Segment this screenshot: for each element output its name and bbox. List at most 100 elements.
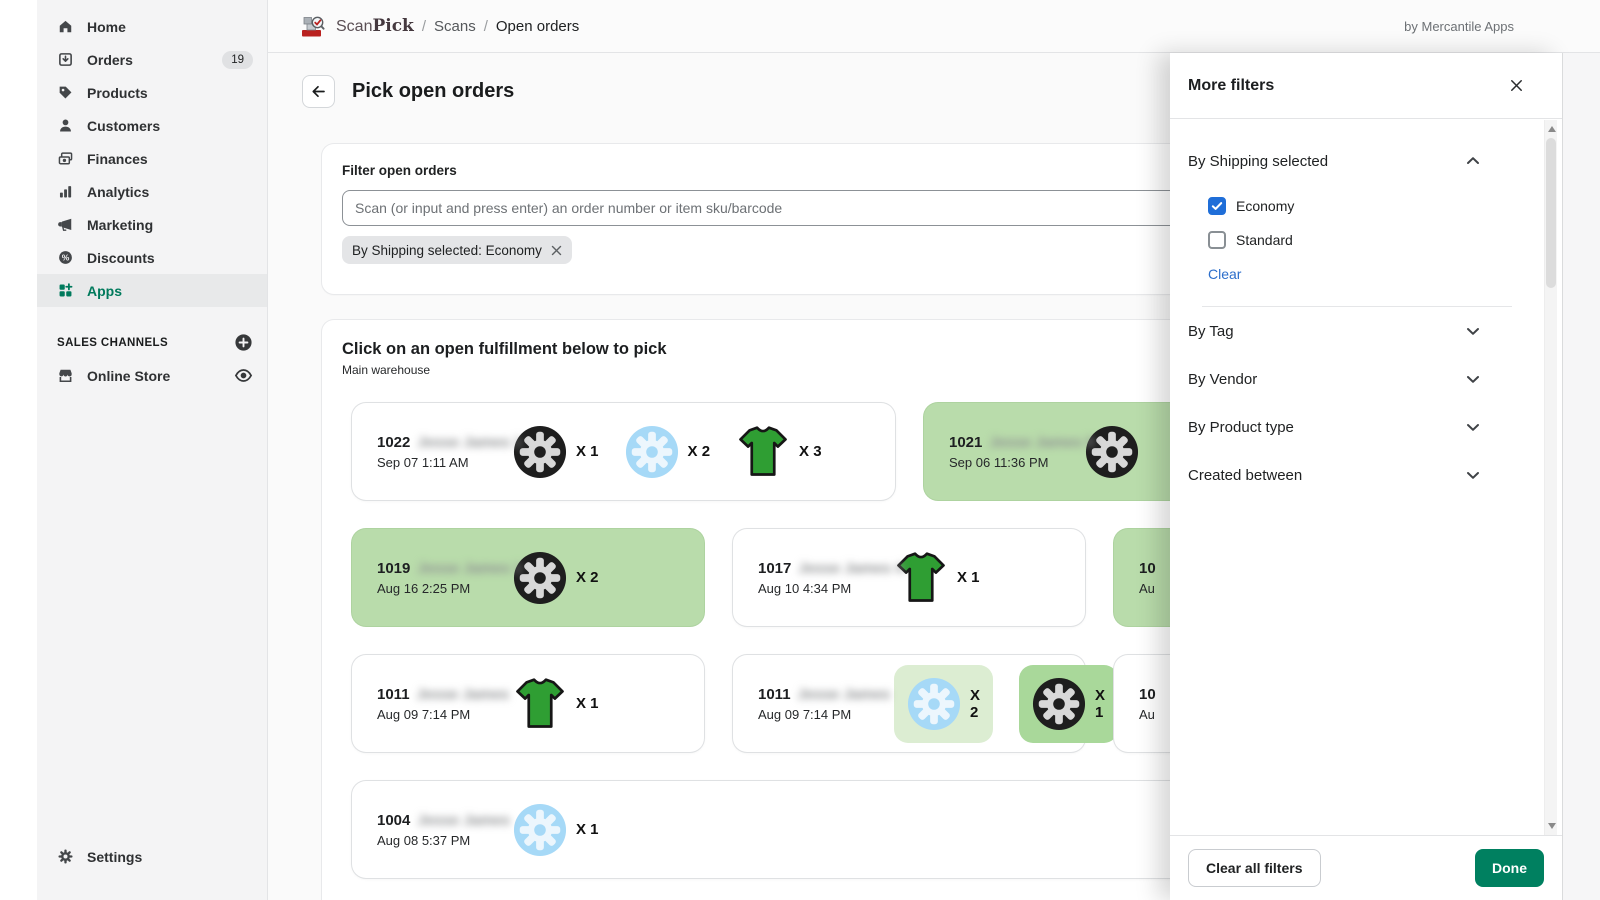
breadcrumb-scans[interactable]: Scans bbox=[434, 18, 476, 35]
order-customer-name: Jesse James bbox=[417, 812, 510, 829]
order-info: 1022Jesse James 1Sep 07 1:11 AM bbox=[377, 434, 513, 470]
order-number-line: 1017Jesse James 4 bbox=[758, 560, 894, 577]
products-icon bbox=[57, 84, 74, 101]
page-title: Pick open orders bbox=[352, 80, 514, 103]
order-customer-name: Jesse James 5 bbox=[989, 434, 1094, 451]
order-item: X 3 bbox=[736, 425, 822, 479]
filter-option-economy[interactable]: Economy bbox=[1208, 191, 1524, 221]
order-card-1011[interactable]: 1011Jesse JamesAug 09 7:14 PM X 2 X 1 bbox=[733, 655, 1085, 752]
order-number: 1022 bbox=[377, 434, 410, 451]
checkbox-checked-icon[interactable] bbox=[1208, 197, 1226, 215]
order-number: 1004 bbox=[377, 812, 410, 829]
checkbox-unchecked-icon[interactable] bbox=[1208, 231, 1226, 249]
sidebar-item-label: Products bbox=[87, 85, 148, 101]
order-date: Aug 09 7:14 PM bbox=[758, 707, 894, 722]
order-date: Aug 10 4:34 PM bbox=[758, 581, 894, 596]
shipping-filter-chip[interactable]: By Shipping selected: Economy bbox=[342, 236, 572, 264]
filter-section-title: Created between bbox=[1188, 467, 1302, 484]
order-info: 1011 Jesse James Aug 09 7:14 PM bbox=[377, 686, 513, 722]
order-items: X 1 bbox=[513, 677, 599, 731]
customers-icon bbox=[57, 117, 74, 134]
app-logo-text: ScanPick bbox=[336, 16, 414, 36]
gear-blue-icon bbox=[907, 677, 961, 731]
gear-dark-icon bbox=[1032, 677, 1086, 731]
scroll-up-icon[interactable] bbox=[1548, 126, 1556, 132]
sidebar-item-label: Apps bbox=[87, 283, 122, 299]
shipping-filter-chip-label: By Shipping selected: Economy bbox=[352, 243, 542, 258]
order-number: 1021 bbox=[949, 434, 982, 451]
scroll-down-icon[interactable] bbox=[1548, 823, 1556, 829]
done-button[interactable]: Done bbox=[1475, 849, 1544, 887]
collapsed-sections: By Tag By VendorBy Product type Created be… bbox=[1188, 307, 1524, 499]
sidebar-item-orders[interactable]: Orders19 bbox=[37, 43, 267, 76]
add-sales-channel-button[interactable] bbox=[234, 333, 253, 352]
order-info: 1017Jesse James 4 Aug 10 4:34 PM bbox=[758, 560, 894, 596]
filter-section-title: By Tag bbox=[1188, 323, 1234, 340]
sidebar-item-online-store[interactable]: Online Store bbox=[37, 359, 267, 392]
filter-section-created-between[interactable]: Created between bbox=[1188, 451, 1524, 499]
item-quantity: X 2 bbox=[576, 569, 599, 586]
sidebar-item-label: Discounts bbox=[87, 250, 155, 266]
filter-section-by-product-type[interactable]: By Product type bbox=[1188, 403, 1524, 451]
scrollbar-thumb[interactable] bbox=[1546, 138, 1556, 288]
close-icon[interactable] bbox=[1506, 76, 1526, 96]
filter-section-by-vendor[interactable]: By Vendor bbox=[1188, 355, 1524, 403]
order-item: X 2 bbox=[894, 665, 993, 743]
chevron-down-icon bbox=[1464, 418, 1482, 436]
order-number: 1011 bbox=[377, 686, 410, 703]
sidebar-item-label: Online Store bbox=[87, 368, 170, 384]
sidebar-item-settings[interactable]: Settings bbox=[37, 840, 267, 873]
filter-section-by-tag[interactable]: By Tag bbox=[1188, 307, 1524, 355]
sidebar-item-apps[interactable]: Apps bbox=[37, 274, 267, 307]
order-card-1011[interactable]: 1011 Jesse James Aug 09 7:14 PMX 1 bbox=[352, 655, 704, 752]
clear-all-filters-button[interactable]: Clear all filters bbox=[1188, 849, 1321, 887]
sidebar-item-products[interactable]: Products bbox=[37, 76, 267, 109]
order-date: Aug 08 5:37 PM bbox=[377, 833, 513, 848]
order-item: X 2 bbox=[625, 425, 711, 479]
breadcrumb-separator: / bbox=[484, 18, 488, 35]
order-date: Aug 16 2:25 PM bbox=[377, 581, 513, 596]
item-quantity: X 1 bbox=[576, 821, 599, 838]
sidebar-item-analytics[interactable]: Analytics bbox=[37, 175, 267, 208]
sidebar-item-home[interactable]: Home bbox=[37, 10, 267, 43]
eye-icon[interactable] bbox=[234, 366, 253, 385]
order-date: Sep 06 11:36 PM bbox=[949, 455, 1085, 470]
logo-pick: Pick bbox=[372, 16, 413, 36]
filter-section-by-shipping-selected[interactable]: By Shipping selected bbox=[1188, 144, 1524, 178]
sidebar: HomeOrders19 Products Customers FinancesAna… bbox=[37, 0, 268, 900]
order-item: X 1 bbox=[1019, 665, 1118, 743]
sidebar-item-label: Settings bbox=[87, 849, 142, 865]
order-customer-name: Jesse James bbox=[417, 686, 510, 703]
order-card-1022[interactable]: 1022Jesse James 1Sep 07 1:11 AM X 1 X 2 X… bbox=[352, 403, 895, 500]
order-number-line: 1004 Jesse James bbox=[377, 812, 513, 829]
order-number-line: 1021Jesse James 5 bbox=[949, 434, 1085, 451]
panel-scrollbar[interactable] bbox=[1544, 120, 1557, 835]
sales-channels-header: SALES CHANNELS bbox=[37, 326, 267, 359]
order-info: 1004 Jesse James Aug 08 5:37 PM bbox=[377, 812, 513, 848]
order-item: X 1 bbox=[513, 425, 599, 479]
sidebar-item-label: Customers bbox=[87, 118, 160, 134]
home-icon bbox=[57, 18, 74, 35]
app-window: HomeOrders19 Products Customers FinancesAna… bbox=[0, 0, 1600, 900]
back-button[interactable] bbox=[302, 75, 335, 108]
remove-filter-icon[interactable] bbox=[550, 244, 563, 257]
tshirt-icon bbox=[736, 425, 790, 479]
clear-link[interactable]: Clear bbox=[1208, 266, 1241, 282]
sidebar-item-customers[interactable]: Customers bbox=[37, 109, 267, 142]
marketing-icon bbox=[57, 216, 74, 233]
order-card-1017[interactable]: 1017Jesse James 4Aug 10 4:34 PMX 1 bbox=[733, 529, 1085, 626]
chevron-down-icon bbox=[1464, 322, 1482, 340]
chevron-up-icon bbox=[1464, 152, 1482, 170]
filter-option-standard[interactable]: Standard bbox=[1208, 225, 1524, 255]
order-number: 1011 bbox=[758, 686, 791, 703]
order-number-line: 1019Jesse James 1 bbox=[377, 560, 513, 577]
sidebar-item-marketing[interactable]: Marketing bbox=[37, 208, 267, 241]
sidebar-item-finances[interactable]: Finances bbox=[37, 142, 267, 175]
order-date: Aug 09 7:14 PM bbox=[377, 707, 513, 722]
order-customer-name: Jesse James 1 bbox=[417, 434, 522, 451]
sidebar-item-discounts[interactable]: %Discounts bbox=[37, 241, 267, 274]
order-customer-name: Jesse James 1 bbox=[417, 560, 522, 577]
order-card-1019[interactable]: 1019Jesse James 1 Aug 16 2:25 PM X 2 bbox=[352, 529, 704, 626]
shipping-options: Economy Standard bbox=[1208, 191, 1524, 255]
gear-blue-icon bbox=[625, 425, 679, 479]
